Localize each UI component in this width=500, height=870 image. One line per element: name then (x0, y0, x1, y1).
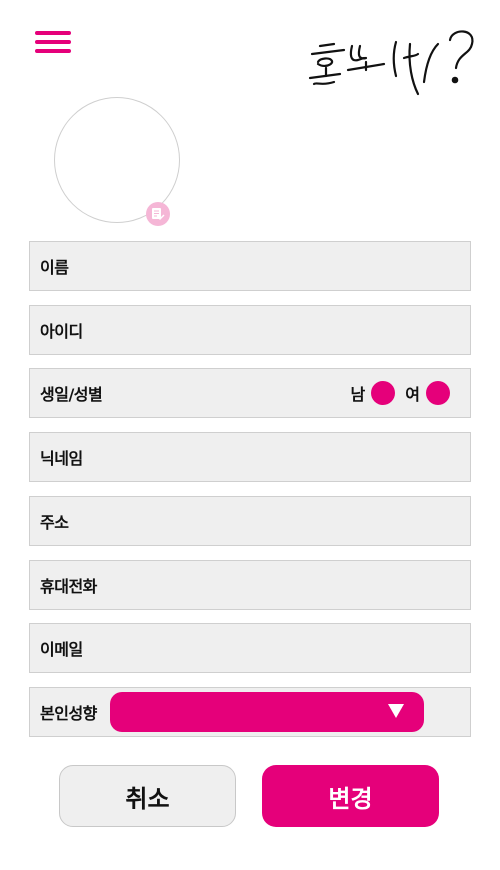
user-id-field[interactable]: 아이디 (29, 305, 471, 355)
birth-gender-label: 생일/성별 (40, 385, 103, 404)
nickname-field[interactable]: 닉네임 (29, 432, 471, 482)
dropdown-arrow-icon (388, 704, 404, 718)
cancel-button[interactable]: 취소 (59, 765, 236, 827)
hamburger-menu-icon (35, 31, 71, 35)
gender-female-label: 여 (405, 385, 420, 404)
address-field[interactable]: 주소 (29, 496, 471, 546)
name-label: 이름 (40, 258, 69, 277)
edit-photo-icon (152, 208, 165, 220)
email-label: 이메일 (40, 640, 83, 659)
personality-select[interactable] (110, 692, 424, 732)
birth-gender-field[interactable]: 생일/성별 남 여 (29, 368, 471, 418)
address-label: 주소 (40, 513, 69, 532)
phone-field[interactable]: 휴대전화 (29, 560, 471, 610)
personality-field: 본인성향 (29, 687, 471, 737)
gender-female-radio[interactable] (426, 381, 450, 405)
gender-male-radio[interactable] (371, 381, 396, 405)
gender-male-label: 남 (350, 385, 366, 404)
app-logo (308, 30, 474, 96)
personality-label: 본인성향 (40, 704, 97, 723)
user-id-label: 아이디 (40, 322, 83, 341)
email-field[interactable]: 이메일 (29, 623, 471, 673)
edit-photo-button[interactable] (146, 202, 170, 226)
change-button[interactable]: 변경 (262, 765, 439, 827)
gender-options: 남 여 (351, 369, 454, 417)
phone-label: 휴대전화 (40, 577, 97, 596)
menu-button[interactable] (35, 31, 71, 55)
name-field[interactable]: 이름 (29, 241, 471, 291)
nickname-label: 닉네임 (40, 449, 83, 468)
